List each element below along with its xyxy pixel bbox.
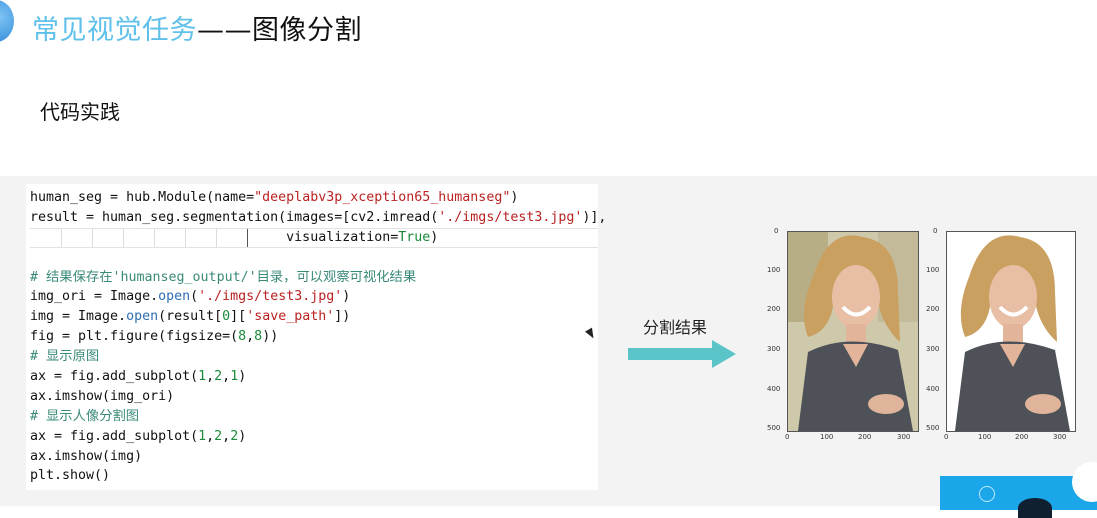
original-portrait-image	[788, 232, 918, 431]
title-accent: 常见视觉任务	[32, 15, 197, 46]
grid-divider	[123, 229, 124, 247]
code-line: fig = plt.figure(figsize=(8,8))	[30, 329, 279, 345]
grid-divider	[247, 229, 248, 247]
y-tick: 0	[933, 227, 938, 235]
title-rest: ——图像分割	[197, 15, 362, 46]
title-badge	[0, 0, 14, 42]
slide-title: 常见视觉任务——图像分割	[32, 8, 362, 47]
code-line: human_seg = hub.Module(name="deeplabv3p_…	[30, 190, 519, 205]
y-tick: 200	[926, 305, 940, 313]
y-tick: 200	[767, 305, 781, 313]
x-tick: 0	[785, 433, 790, 441]
y-tick: 400	[926, 385, 940, 393]
x-tick: 200	[1015, 433, 1029, 441]
code-line: # 显示原图	[30, 349, 100, 365]
code-line: ax.imshow(img)	[30, 448, 143, 464]
notebook-cell-grid	[30, 228, 598, 248]
original-image-frame	[787, 231, 919, 432]
y-tick: 300	[926, 345, 940, 353]
x-tick: 300	[897, 433, 911, 441]
plot-original: 0 100 200 300 400 500 0 100 200 300	[760, 224, 920, 444]
corner-shape	[1018, 498, 1052, 518]
arrow-right-icon	[628, 340, 736, 368]
y-tick: 100	[767, 266, 781, 274]
y-tick: 100	[926, 266, 940, 274]
code-line: result = human_seg.segmentation(images=[…	[30, 209, 607, 225]
grid-divider	[61, 229, 62, 247]
grid-divider	[154, 229, 155, 247]
x-tick: 200	[858, 433, 872, 441]
code-line: ax.imshow(img_ori)	[30, 388, 175, 404]
grid-divider	[185, 229, 186, 247]
x-tick: 300	[1053, 433, 1067, 441]
result-label: 分割结果	[643, 318, 708, 337]
code-line: # 结果保存在'humanseg_output/'目录，可以观察可视化结果	[30, 269, 417, 285]
x-tick: 100	[978, 433, 992, 441]
y-tick: 300	[767, 345, 781, 353]
segmented-portrait-image	[947, 232, 1075, 431]
code-line: img_ori = Image.open('./imgs/test3.jpg')	[30, 289, 351, 305]
grid-divider	[92, 229, 93, 247]
code-line: img = Image.open(result[0]['save_path'])	[30, 309, 351, 325]
segmented-image-frame	[946, 231, 1076, 432]
grid-divider	[216, 229, 217, 247]
y-tick: 500	[767, 424, 781, 432]
y-tick: 400	[767, 385, 781, 393]
y-tick: 500	[926, 424, 940, 432]
ring-icon	[979, 486, 995, 502]
plot-segmented: 0 100 200 300 400 500 0 100 200 300	[919, 224, 1079, 444]
code-line: ax = fig.add_subplot(1,2,2)	[30, 428, 247, 444]
x-tick: 0	[944, 433, 949, 441]
subtitle: 代码实践	[40, 100, 120, 124]
code-line: plt.show()	[30, 468, 111, 484]
y-tick: 0	[774, 227, 779, 235]
code-line: ax = fig.add_subplot(1,2,1)	[30, 369, 247, 385]
code-line: # 显示人像分割图	[30, 408, 140, 424]
x-tick: 100	[820, 433, 834, 441]
